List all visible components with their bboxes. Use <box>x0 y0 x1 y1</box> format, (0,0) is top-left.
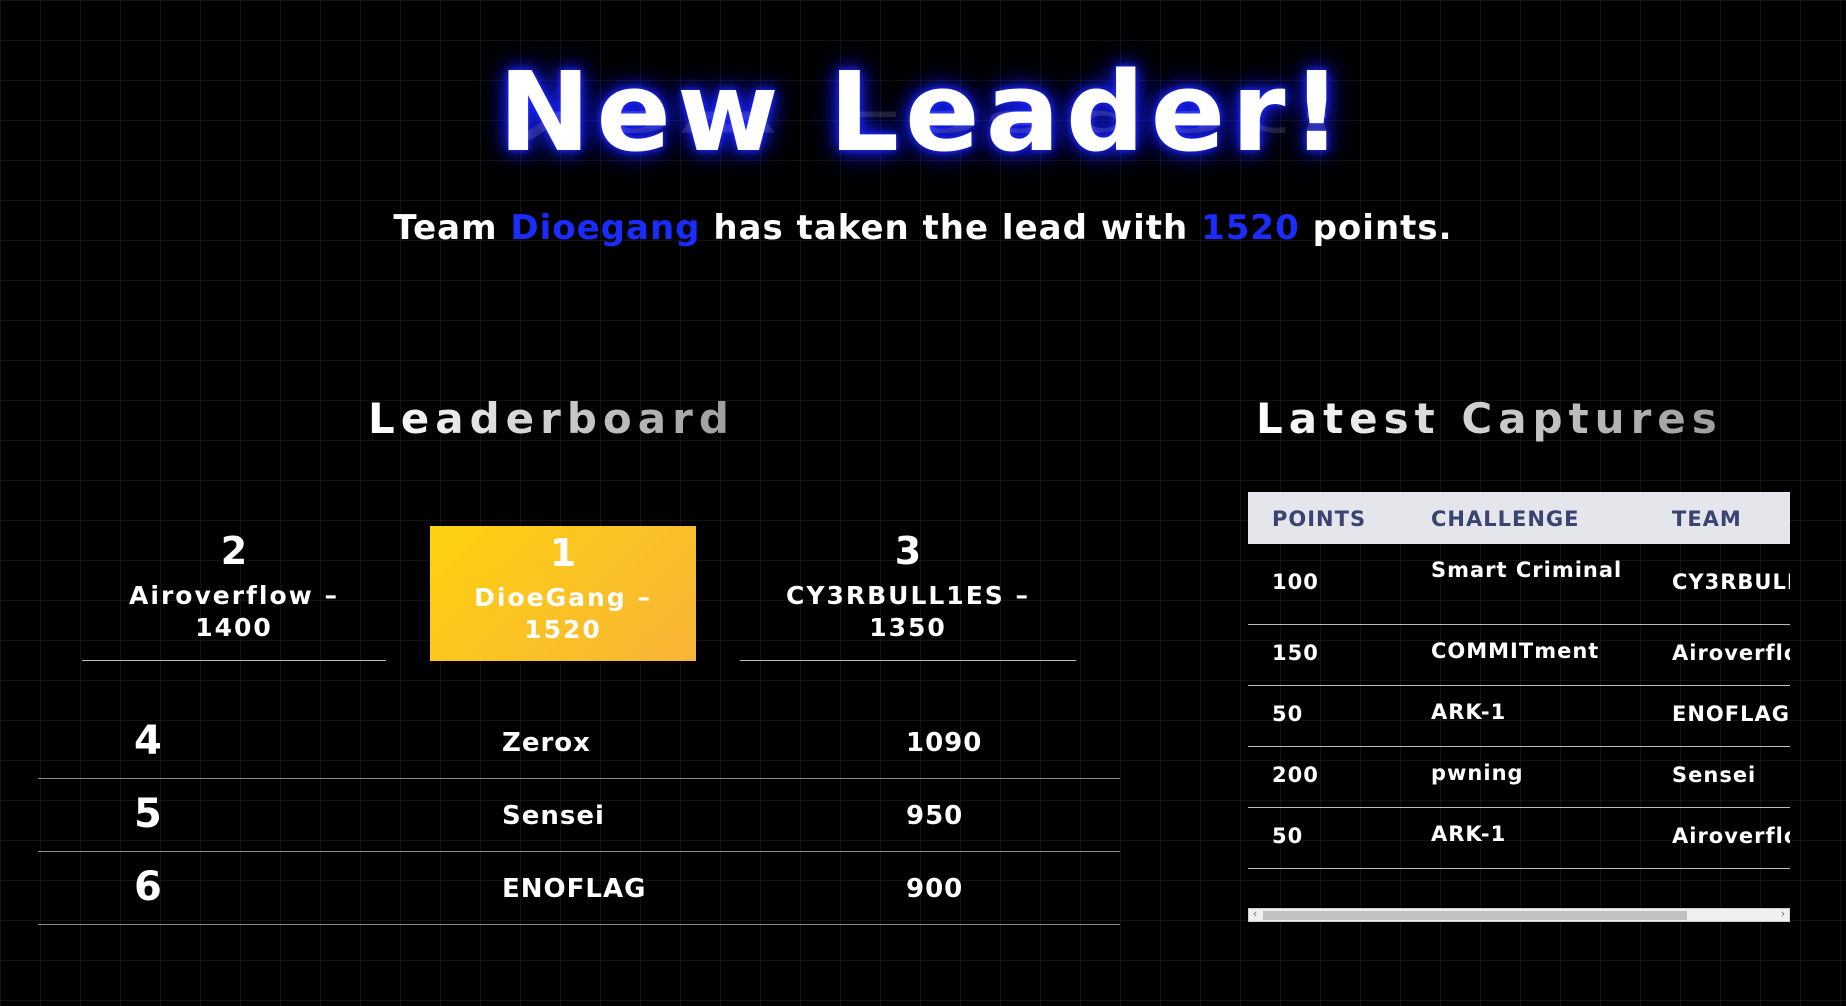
cell-team: CY3RBULL1ES <box>1672 570 1790 594</box>
cell-challenge: ARK-1 <box>1431 700 1507 724</box>
podium-first-name: DioeGang – 1520 <box>474 583 652 644</box>
podium-first-rank: 1 <box>549 531 577 575</box>
cell-points: 50 <box>1272 824 1304 848</box>
captures-table-header: POINTS CHALLENGE TEAM <box>1248 492 1790 544</box>
row-team: ENOFLAG <box>502 874 647 904</box>
column-header-challenge: CHALLENGE <box>1431 507 1580 531</box>
scrollbar-thumb[interactable] <box>1263 911 1687 920</box>
page: New Leader! New Leader! Team Dioegang ha… <box>0 0 1846 1006</box>
table-row: 100 Smart Criminal CY3RBULL1ES <box>1248 544 1790 625</box>
cell-points: 150 <box>1272 641 1319 665</box>
leader-team-name: Dioegang <box>510 208 701 248</box>
table-row: 200 pwning Sensei <box>1248 747 1790 808</box>
table-row: 50 ARK-1 Airoverflow <box>1248 808 1790 869</box>
cell-points: 100 <box>1272 570 1319 594</box>
leaderboard-row: 5 Sensei 950 <box>38 779 1120 852</box>
cell-team: Airoverflow <box>1672 824 1790 848</box>
podium-first: 1 DioeGang – 1520 <box>430 526 696 661</box>
podium-second-rank: 2 <box>220 529 248 573</box>
leaderboard-heading: Leaderboard <box>368 394 735 443</box>
row-points: 950 <box>906 801 964 831</box>
cell-challenge: pwning <box>1431 761 1524 785</box>
row-points: 900 <box>906 874 964 904</box>
subtitle-middle: has taken the lead with <box>700 208 1202 248</box>
chevron-left-icon[interactable]: ‹ <box>1249 907 1261 920</box>
row-points: 1090 <box>906 728 983 758</box>
captures-heading: Latest Captures <box>1256 394 1723 443</box>
row-rank: 6 <box>134 864 162 910</box>
row-rank: 4 <box>134 718 162 764</box>
cell-points: 200 <box>1272 763 1319 787</box>
captures-table[interactable]: POINTS CHALLENGE TEAM 100 Smart Criminal… <box>1248 492 1790 924</box>
podium-third: 3 CY3RBULL1ES – 1350 <box>740 532 1076 661</box>
cell-team: Sensei <box>1672 763 1757 787</box>
cell-challenge: ARK-1 <box>1431 822 1507 846</box>
subtitle-prefix: Team <box>393 208 511 248</box>
cell-team: Airoverflow <box>1672 641 1790 665</box>
row-team: Sensei <box>502 801 605 831</box>
column-header-points: POINTS <box>1272 507 1367 531</box>
captures-horizontal-scrollbar[interactable]: ‹ › <box>1248 907 1790 922</box>
table-row: 50 ARK-1 ENOFLAG <box>1248 686 1790 747</box>
column-header-team: TEAM <box>1672 507 1742 531</box>
cell-challenge: COMMITment <box>1431 639 1600 663</box>
leader-points: 1520 <box>1201 208 1300 248</box>
podium-second-name: Airoverflow – 1400 <box>129 581 339 642</box>
cell-challenge: Smart Criminal <box>1431 558 1623 582</box>
subtitle-suffix: points. <box>1299 208 1453 248</box>
cell-points: 50 <box>1272 702 1304 726</box>
table-row: 150 COMMITment Airoverflow <box>1248 625 1790 686</box>
podium-third-name: CY3RBULL1ES – 1350 <box>786 581 1030 642</box>
hero-subtitle: Team Dioegang has taken the lead with 15… <box>0 208 1846 248</box>
podium-second: 2 Airoverflow – 1400 <box>82 532 386 661</box>
row-rank: 5 <box>134 791 162 837</box>
hero-title: New Leader! <box>498 48 1348 176</box>
row-team: Zerox <box>502 728 591 758</box>
chevron-right-icon[interactable]: › <box>1777 907 1789 920</box>
leaderboard-row: 6 ENOFLAG 900 <box>38 852 1120 925</box>
leaderboard-row: 4 Zerox 1090 <box>38 706 1120 779</box>
cell-team: ENOFLAG <box>1672 702 1790 726</box>
podium-third-rank: 3 <box>894 529 922 573</box>
